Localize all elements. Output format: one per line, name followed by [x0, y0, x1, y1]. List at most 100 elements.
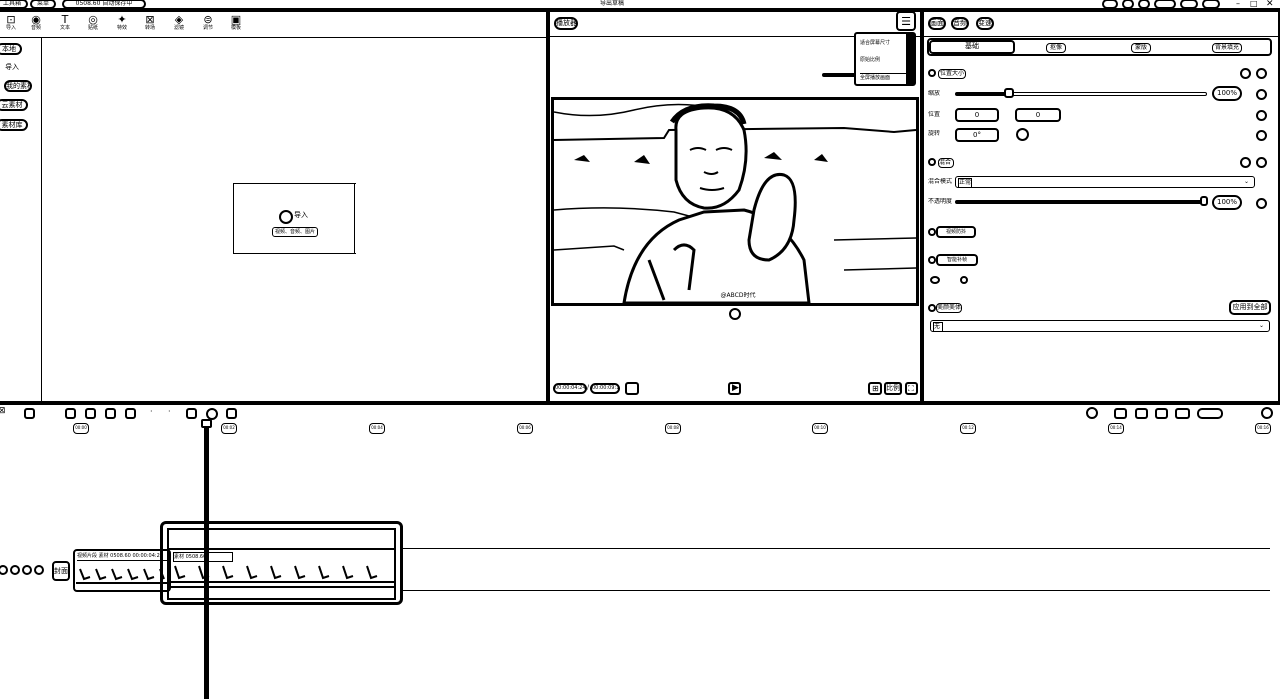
- playhead[interactable]: [204, 421, 209, 699]
- toolbar-transition[interactable]: ⊠ 转场: [139, 14, 161, 36]
- video-clip-1[interactable]: 视频片段 素材 0508.60 00:00:04:24: [73, 549, 171, 592]
- toggle-stabilize[interactable]: [928, 228, 936, 236]
- delete-icon[interactable]: [125, 408, 136, 419]
- timeline-settings-icon[interactable]: [1261, 407, 1273, 419]
- section-enhance-title[interactable]: 智能补帧: [936, 254, 978, 266]
- menu-item-original-ratio[interactable]: 原始比例: [860, 56, 900, 64]
- enhance-option-a[interactable]: [930, 276, 940, 284]
- position-x-input[interactable]: 0: [955, 108, 999, 122]
- subtab-basic[interactable]: 基础: [929, 40, 1015, 54]
- main-track-magnet-icon[interactable]: [1114, 408, 1127, 419]
- reset-icon[interactable]: [1240, 68, 1251, 79]
- menu-item-fit-screen[interactable]: 适合屏幕尺寸: [860, 39, 900, 47]
- sidebar-item-my-material[interactable]: 我的素材: [4, 80, 32, 92]
- section-stabilize-title[interactable]: 视频防抖: [936, 226, 976, 238]
- delete-right-icon[interactable]: [105, 408, 116, 419]
- section-toggle-blend[interactable]: [928, 158, 936, 166]
- toolbar-adjust[interactable]: ⊜ 调节: [197, 14, 219, 36]
- preview-axis-icon[interactable]: [1175, 408, 1190, 419]
- toolbar-sticker[interactable]: ◎ 贴纸: [82, 14, 104, 36]
- playhead-handle[interactable]: [201, 419, 212, 428]
- sidebar-item-import[interactable]: 导入: [4, 63, 20, 75]
- track-mute-icon[interactable]: [22, 565, 32, 575]
- shortcut-button[interactable]: [1138, 0, 1150, 9]
- reverse-icon[interactable]: ·: [168, 408, 174, 416]
- toolbar-audio[interactable]: ◉ 音频: [25, 14, 47, 36]
- menu-left-button[interactable]: 工具箱: [0, 0, 28, 9]
- section-toggle-position[interactable]: [928, 69, 936, 77]
- split-icon[interactable]: [65, 408, 76, 419]
- minimize-icon[interactable]: –: [1236, 0, 1244, 8]
- timecode-marker-icon[interactable]: [625, 382, 639, 395]
- toolbar-filter[interactable]: ◈ 滤镜: [168, 14, 190, 36]
- tab-audio[interactable]: 音频: [951, 17, 969, 30]
- toolbar-template[interactable]: ▣ 模板: [225, 14, 247, 36]
- crop-handle-icon[interactable]: [729, 308, 741, 320]
- toolbar-text[interactable]: T 文本: [54, 14, 76, 36]
- settings-button[interactable]: [1122, 0, 1134, 9]
- player-tab[interactable]: 播放器: [554, 17, 578, 30]
- track-hide-icon[interactable]: [10, 565, 20, 575]
- record-audio-icon[interactable]: [1086, 407, 1098, 419]
- scale-keyframe-icon[interactable]: [1256, 89, 1267, 100]
- sidebar-item-library[interactable]: 素材库: [0, 119, 28, 131]
- import-box[interactable]: 导入 视频、音频、图片: [233, 183, 356, 254]
- select-tool-icon[interactable]: ⊠: [0, 407, 8, 415]
- ratio-label[interactable]: 比例: [884, 382, 902, 395]
- scale-value-input[interactable]: 100%: [1212, 86, 1242, 101]
- scale-slider[interactable]: [955, 88, 1207, 98]
- blend-reset-icon[interactable]: [1240, 157, 1251, 168]
- tab-picture[interactable]: 画面: [928, 17, 946, 30]
- opacity-value-input[interactable]: 100%: [1212, 195, 1242, 210]
- ruler-tick: 00:06: [517, 423, 533, 434]
- zoom-slider-icon[interactable]: [1197, 408, 1223, 419]
- opacity-slider[interactable]: [955, 196, 1208, 206]
- subtab-background[interactable]: 背景填充: [1212, 43, 1242, 53]
- menu-button[interactable]: 菜单: [30, 0, 56, 9]
- auto-snap-icon[interactable]: [1135, 408, 1148, 419]
- enhance-option-b[interactable]: [960, 276, 968, 284]
- ratio-button[interactable]: ⊞: [868, 382, 882, 395]
- track-extra-icon[interactable]: [34, 565, 44, 575]
- opacity-keyframe-icon[interactable]: [1256, 198, 1267, 209]
- video-clip-2-selected[interactable]: 素材 0508.60: [160, 521, 403, 605]
- rotate-dial-icon[interactable]: [1016, 128, 1029, 141]
- linkage-icon[interactable]: [1155, 408, 1168, 419]
- position-keyframe-icon[interactable]: [1256, 110, 1267, 121]
- toggle-enhance[interactable]: [928, 256, 936, 264]
- close-icon[interactable]: ✕: [1266, 0, 1276, 9]
- freeze-icon[interactable]: ·: [150, 408, 156, 416]
- apply-all-button[interactable]: 应用到全部: [1229, 300, 1271, 315]
- keyframe-icon[interactable]: [1256, 68, 1267, 79]
- position-y-input[interactable]: 0: [1015, 108, 1061, 122]
- delete-left-icon[interactable]: [85, 408, 96, 419]
- opacity-slider-handle[interactable]: [1200, 196, 1208, 206]
- toggle-beautify[interactable]: [928, 304, 936, 312]
- tab-speed[interactable]: 变速: [976, 17, 994, 30]
- rotate-input[interactable]: 0°: [955, 128, 999, 142]
- subtab-chroma[interactable]: 抠像: [1046, 43, 1066, 53]
- help-button[interactable]: [1202, 0, 1220, 9]
- blend-mode-select[interactable]: 正常 ⌄: [955, 176, 1255, 188]
- fullscreen-button[interactable]: ⛶: [905, 382, 918, 395]
- export-button[interactable]: [1154, 0, 1176, 9]
- rotate-keyframe-icon[interactable]: [1256, 130, 1267, 141]
- maximize-icon[interactable]: □: [1250, 0, 1258, 8]
- sidebar-item-cloud[interactable]: 云素材: [0, 99, 28, 111]
- beauty-select[interactable]: 无 ⌄: [930, 320, 1270, 332]
- toolbar-effects[interactable]: ✦ 特效: [111, 14, 133, 36]
- layout-button[interactable]: [1180, 0, 1198, 9]
- sidebar-item-local[interactable]: 本地: [0, 43, 22, 55]
- play-button[interactable]: ▶: [728, 382, 741, 395]
- blend-keyframe-icon[interactable]: [1256, 157, 1267, 168]
- blend-mode-value: 正常: [958, 178, 972, 188]
- account-button[interactable]: [1102, 0, 1118, 9]
- toolbar-import[interactable]: ⊡ 导入: [0, 14, 22, 36]
- crop-icon[interactable]: [226, 408, 237, 419]
- subtab-mask[interactable]: 蒙版: [1131, 43, 1151, 53]
- mirror-icon[interactable]: [186, 408, 197, 419]
- undo-icon[interactable]: [24, 408, 35, 419]
- track-cover-button[interactable]: 封面: [52, 561, 70, 581]
- player-menu-button[interactable]: ☰: [896, 11, 916, 31]
- scale-slider-handle[interactable]: [1004, 88, 1014, 98]
